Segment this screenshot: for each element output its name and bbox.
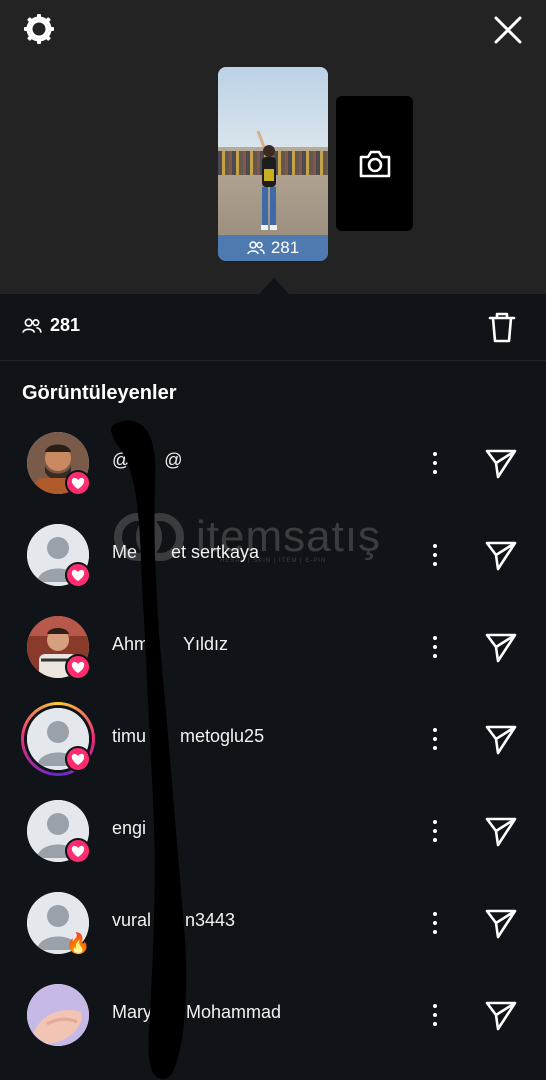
viewer-username-visible-start: engi bbox=[112, 818, 147, 838]
viewer-avatar-wrap[interactable] bbox=[27, 984, 89, 1046]
trash-icon[interactable] bbox=[486, 310, 518, 344]
viewers-count-text: 281 bbox=[50, 315, 81, 335]
more-options-icon[interactable] bbox=[424, 630, 446, 664]
camera-icon bbox=[359, 150, 390, 177]
viewers-section-title: Görüntüleyenler bbox=[22, 382, 177, 404]
story-photo-person bbox=[256, 130, 277, 230]
send-message-icon[interactable] bbox=[484, 722, 518, 756]
more-options-icon[interactable] bbox=[424, 722, 446, 756]
viewer-username-visible-end: metoglu25 bbox=[180, 726, 265, 746]
viewer-username-visible-end: et sertkaya bbox=[171, 542, 260, 562]
viewer-row[interactable]: Ahm Yıldız bbox=[0, 616, 546, 708]
more-options-icon[interactable] bbox=[424, 814, 446, 848]
viewer-avatar-wrap[interactable] bbox=[27, 524, 91, 588]
viewer-row[interactable]: @ @ bbox=[0, 432, 546, 524]
send-message-icon[interactable] bbox=[484, 446, 518, 480]
send-message-icon[interactable] bbox=[484, 538, 518, 572]
viewer-username-visible-start: vural bbox=[112, 910, 152, 930]
more-options-icon[interactable] bbox=[424, 906, 446, 940]
viewer-row[interactable]: timu metoglu25 bbox=[0, 702, 546, 800]
viewer-username-visible-end: Yıldız bbox=[183, 634, 229, 654]
viewer-row[interactable]: 🔥 vural n3443 bbox=[0, 892, 546, 984]
viewer-username-visible-end: n3443 bbox=[185, 910, 236, 930]
add-story-camera-tile[interactable] bbox=[336, 96, 413, 231]
people-icon bbox=[22, 318, 42, 333]
viewer-username-visible-start: Ahm bbox=[112, 634, 150, 654]
heart-reaction-icon bbox=[65, 838, 91, 864]
viewer-avatar-wrap[interactable] bbox=[27, 800, 91, 864]
viewer-username-visible-start: @ bbox=[112, 450, 131, 470]
heart-reaction-icon bbox=[65, 654, 91, 680]
viewers-count: 281 bbox=[22, 315, 80, 336]
viewer-username[interactable]: Mary Mohammad bbox=[112, 1002, 281, 1023]
avatar bbox=[27, 984, 89, 1046]
viewer-username[interactable]: vural n3443 bbox=[112, 910, 235, 931]
viewer-avatar-wrap[interactable] bbox=[21, 702, 95, 776]
viewers-summary-bar: 281 bbox=[0, 295, 546, 361]
viewer-username[interactable]: timu metoglu25 bbox=[112, 726, 264, 747]
viewer-username-visible-start: timu bbox=[112, 726, 147, 746]
viewer-avatar-wrap[interactable]: 🔥 bbox=[27, 892, 91, 955]
people-icon bbox=[247, 241, 265, 255]
fire-reaction-icon: 🔥 bbox=[65, 932, 91, 955]
viewer-row[interactable]: engi bbox=[0, 800, 546, 892]
story-thumbnail[interactable]: 281 bbox=[218, 67, 328, 261]
viewer-username-visible-start: Me bbox=[112, 542, 138, 562]
close-icon[interactable] bbox=[488, 10, 528, 50]
viewer-username[interactable]: engi bbox=[112, 818, 180, 839]
heart-reaction-icon bbox=[65, 562, 91, 588]
viewer-username-visible-end: @ bbox=[164, 450, 183, 470]
viewer-row[interactable]: Mary Mohammad bbox=[0, 984, 546, 1076]
more-options-icon[interactable] bbox=[424, 998, 446, 1032]
send-message-icon[interactable] bbox=[484, 630, 518, 664]
send-message-icon[interactable] bbox=[484, 906, 518, 940]
viewer-avatar-wrap[interactable] bbox=[27, 616, 91, 680]
more-options-icon[interactable] bbox=[424, 446, 446, 480]
more-options-icon[interactable] bbox=[424, 538, 446, 572]
story-view-count-text: 281 bbox=[270, 238, 300, 257]
viewer-avatar-wrap[interactable] bbox=[27, 432, 91, 496]
viewer-username[interactable]: Ahm Yıldız bbox=[112, 634, 228, 655]
heart-reaction-icon bbox=[65, 746, 91, 772]
viewer-username-visible-start: Mary bbox=[112, 1002, 152, 1022]
selected-story-pointer bbox=[258, 278, 290, 295]
gear-icon[interactable] bbox=[20, 10, 58, 48]
send-message-icon[interactable] bbox=[484, 998, 518, 1032]
viewer-username[interactable]: Me et sertkaya bbox=[112, 542, 259, 563]
heart-reaction-icon bbox=[65, 470, 91, 496]
viewer-row[interactable]: Me et sertkaya bbox=[0, 524, 546, 616]
story-preview-area: 281 bbox=[0, 0, 546, 295]
story-view-count: 281 bbox=[218, 235, 328, 261]
viewer-username[interactable]: @ @ bbox=[112, 450, 183, 471]
send-message-icon[interactable] bbox=[484, 814, 518, 848]
viewer-username-visible-end: Mohammad bbox=[186, 1002, 282, 1022]
